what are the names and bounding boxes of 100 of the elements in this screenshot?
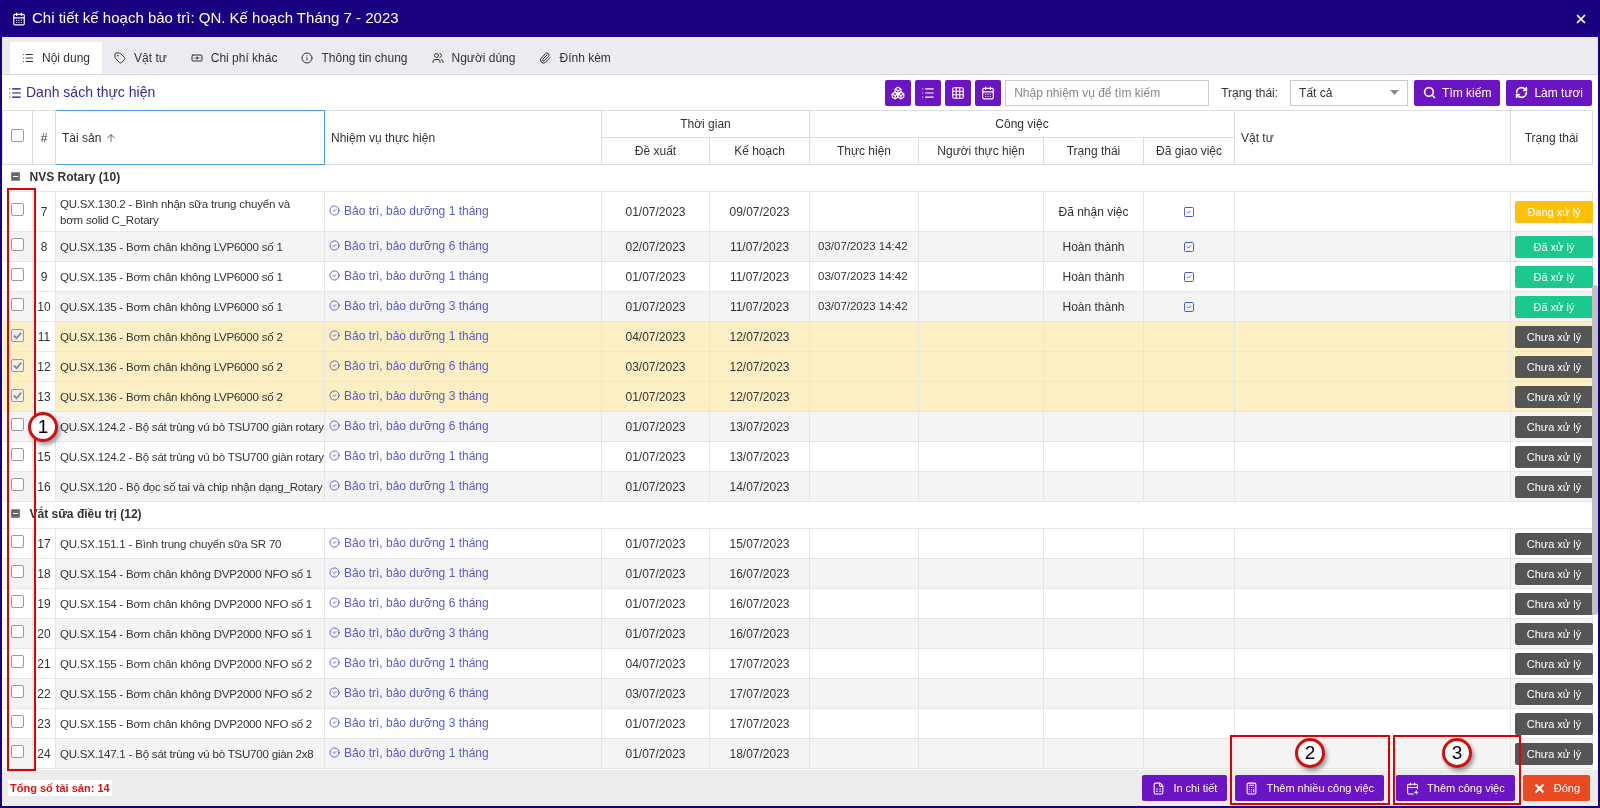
checkbox[interactable] bbox=[10, 417, 24, 431]
checkbox[interactable] bbox=[10, 744, 24, 758]
check-circle-icon bbox=[329, 240, 340, 252]
proposed-date: 01/07/2023 bbox=[625, 716, 686, 731]
search-button[interactable]: Tìm kiếm bbox=[1414, 79, 1501, 106]
check-circle-icon bbox=[329, 597, 340, 609]
row-number: 15 bbox=[37, 449, 51, 464]
checkbox[interactable] bbox=[10, 297, 24, 311]
row-number: 11 bbox=[37, 329, 51, 344]
check-circle-icon bbox=[329, 657, 340, 669]
task-link[interactable]: Bảo trì, bảo dưỡng 1 tháng bbox=[344, 563, 489, 582]
tab[interactable]: Người dùng bbox=[419, 42, 528, 74]
collapse-icon[interactable] bbox=[8, 507, 22, 521]
check-circle-icon bbox=[329, 717, 340, 729]
checkbox[interactable] bbox=[10, 714, 24, 728]
asset-name: QU.SX.136 - Bơm chân không LVP6000 số 2 bbox=[60, 330, 283, 343]
checkbox[interactable] bbox=[10, 267, 24, 281]
checkbox[interactable] bbox=[10, 534, 24, 548]
checkbox[interactable] bbox=[10, 358, 24, 372]
tab[interactable]: Vật tư bbox=[102, 42, 179, 74]
asset-name: QU.SX.155 - Bơm chân không DVP2000 NFO số 2 bbox=[60, 657, 313, 670]
asset-name: QU.SX.154 - Bơm chân không DVP2000 NFO số 1 bbox=[60, 627, 313, 640]
task-link[interactable]: Bảo trì, bảo dưỡng 3 tháng bbox=[344, 386, 489, 405]
column-header: Nhiệm vụ thực hiện bbox=[324, 110, 602, 165]
add-multiple-button[interactable]: Thêm nhiều công việc bbox=[1235, 775, 1385, 801]
list-icon bbox=[8, 85, 22, 100]
check-circle-icon bbox=[329, 480, 340, 492]
proposed-date: 01/07/2023 bbox=[625, 419, 686, 434]
task-link[interactable]: Bảo trì, bảo dưỡng 3 tháng bbox=[344, 296, 489, 315]
task-link[interactable]: Bảo trì, bảo dưỡng 6 tháng bbox=[344, 593, 489, 612]
task-link[interactable]: Bảo trì, bảo dưỡng 6 tháng bbox=[344, 416, 489, 435]
calendar-view-button[interactable] bbox=[975, 79, 1002, 106]
close-dialog-button[interactable]: Đóng bbox=[1522, 775, 1590, 801]
checkbox[interactable] bbox=[11, 128, 24, 142]
task-link[interactable]: Bảo trì, bảo dưỡng 6 tháng bbox=[344, 683, 489, 702]
check-circle-icon bbox=[329, 747, 340, 759]
task-link[interactable]: Bảo trì, bảo dưỡng 6 tháng bbox=[344, 236, 489, 255]
status-badge: Chưa xử lý bbox=[1515, 682, 1593, 705]
done-time: 03/07/2023 14:42 bbox=[818, 239, 908, 252]
asset-name: QU.SX.155 - Bơm chân không DVP2000 NFO số 2 bbox=[60, 717, 313, 730]
checkbox[interactable] bbox=[10, 328, 24, 342]
checkbox[interactable] bbox=[10, 624, 24, 638]
check-circle-icon bbox=[329, 450, 340, 462]
status-badge: Chưa xử lý bbox=[1515, 445, 1593, 468]
checkbox[interactable] bbox=[10, 388, 24, 402]
asset-name: QU.SX.147.1 - Bộ sát trùng vú bò TSU700 giàn 2x8 bbox=[60, 747, 314, 760]
task-link[interactable]: Bảo trì, bảo dưỡng 3 tháng bbox=[344, 623, 489, 642]
planned-date: 13/07/2023 bbox=[729, 449, 790, 464]
task-link[interactable]: Bảo trì, bảo dưỡng 1 tháng bbox=[344, 476, 489, 495]
tab[interactable]: Nội dung bbox=[10, 42, 103, 74]
list-icon bbox=[921, 85, 936, 100]
checkbox[interactable] bbox=[10, 684, 24, 698]
task-link[interactable]: Bảo trì, bảo dưỡng 1 tháng bbox=[344, 743, 489, 762]
column-header: Công việc bbox=[809, 110, 1235, 138]
boxes-view-button[interactable] bbox=[885, 79, 912, 106]
check-circle-icon bbox=[329, 687, 340, 699]
proposed-date: 01/07/2023 bbox=[625, 566, 686, 581]
check-circle-icon bbox=[329, 567, 340, 579]
grid-view-button[interactable] bbox=[945, 79, 972, 106]
status-badge: Đã xử lý bbox=[1515, 265, 1593, 288]
add-button[interactable]: Thêm công việc bbox=[1396, 775, 1515, 801]
tab[interactable]: Đính kèm bbox=[527, 42, 623, 74]
column-header[interactable]: Tài sản bbox=[62, 128, 102, 147]
task-link[interactable]: Bảo trì, bảo dưỡng 1 tháng bbox=[344, 266, 489, 285]
tab[interactable]: Thông tin chung bbox=[289, 42, 420, 74]
collapse-icon[interactable] bbox=[8, 170, 22, 184]
planned-date: 17/07/2023 bbox=[729, 686, 790, 701]
search-icon bbox=[1423, 86, 1437, 99]
checkbox[interactable] bbox=[10, 202, 24, 216]
task-link[interactable]: Bảo trì, bảo dưỡng 1 tháng bbox=[344, 201, 489, 220]
checkbox[interactable] bbox=[10, 654, 24, 668]
scrollbar[interactable] bbox=[1592, 285, 1598, 615]
planned-date: 11/07/2023 bbox=[729, 239, 790, 254]
task-link[interactable]: Bảo trì, bảo dưỡng 1 tháng bbox=[344, 326, 489, 345]
column-header: Thực hiện bbox=[809, 137, 919, 165]
checkbox[interactable] bbox=[10, 564, 24, 578]
refresh-button[interactable]: Làm tươi bbox=[1506, 79, 1592, 106]
row-number: 20 bbox=[37, 626, 51, 641]
task-link[interactable]: Bảo trì, bảo dưỡng 1 tháng bbox=[344, 653, 489, 672]
checkbox[interactable] bbox=[10, 594, 24, 608]
list-view-button[interactable] bbox=[915, 79, 942, 106]
planned-date: 17/07/2023 bbox=[729, 656, 790, 671]
checkbox[interactable] bbox=[10, 477, 24, 491]
dropdown-caret-icon bbox=[1390, 90, 1400, 95]
task-link[interactable]: Bảo trì, bảo dưỡng 1 tháng bbox=[344, 446, 489, 465]
planned-date: 16/07/2023 bbox=[729, 566, 790, 581]
tab[interactable]: Chi phí khác bbox=[178, 42, 290, 74]
search-field[interactable]: Nhập nhiệm vụ để tìm kiếm bbox=[1005, 79, 1210, 106]
users-icon bbox=[431, 52, 444, 64]
task-link[interactable]: Bảo trì, bảo dưỡng 1 tháng bbox=[344, 533, 489, 552]
asset-name: QU.SX.154 - Bơm chân không DVP2000 NFO số 1 bbox=[60, 597, 313, 610]
checkbox[interactable] bbox=[10, 447, 24, 461]
checkbox[interactable] bbox=[10, 237, 24, 251]
task-link[interactable]: Bảo trì, bảo dưỡng 6 tháng bbox=[344, 356, 489, 375]
print-button[interactable]: In chi tiết bbox=[1142, 775, 1228, 801]
asset-name: QU.SX.135 - Bơm chân không LVP6000 số 1 bbox=[60, 240, 283, 253]
column-header: Thời gian bbox=[601, 110, 810, 138]
section-title: Danh sách thực hiện bbox=[26, 83, 156, 102]
status-select[interactable]: Tất cả bbox=[1290, 79, 1409, 106]
task-link[interactable]: Bảo trì, bảo dưỡng 3 tháng bbox=[344, 713, 489, 732]
